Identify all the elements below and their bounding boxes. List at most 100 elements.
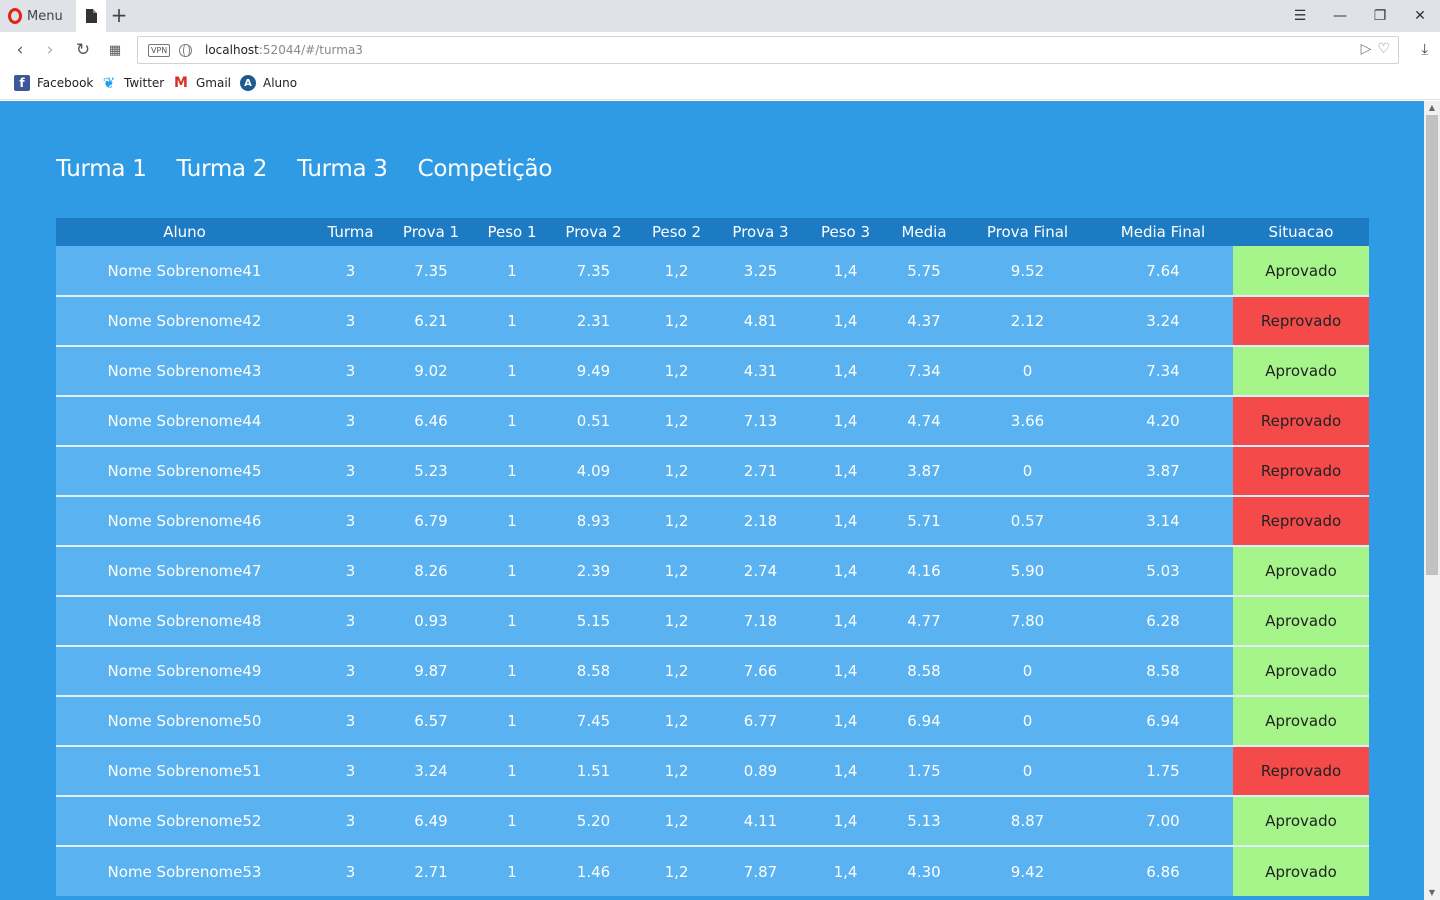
column-header: Peso 1: [474, 218, 550, 246]
scroll-up-icon[interactable]: ▲: [1424, 101, 1440, 115]
grade-cell: 4.30: [886, 845, 962, 896]
status-cell: Reprovado: [1233, 495, 1369, 546]
grade-cell: 8.58: [550, 645, 637, 696]
grade-cell: 3: [313, 246, 388, 296]
vertical-scrollbar[interactable]: ▲ ▼: [1424, 101, 1440, 900]
grade-cell: 4.09: [550, 445, 637, 496]
grade-cell: 0.93: [388, 595, 474, 646]
grade-cell: 1,2: [637, 495, 716, 546]
grade-cell: 3.24: [1093, 295, 1233, 346]
close-window-button[interactable]: ✕: [1400, 0, 1440, 32]
grade-cell: 7.34: [1093, 345, 1233, 396]
heart-icon[interactable]: ♡: [1377, 41, 1390, 57]
nav-link-competicao[interactable]: Competição: [418, 156, 553, 182]
status-cell: Reprovado: [1233, 745, 1369, 796]
new-tab-button[interactable]: +: [110, 4, 128, 26]
table-row: Nome Sobrenome45 3 5.23 1 4.09 1,2 2.71 1,4 3.87…: [56, 445, 1369, 496]
grade-cell: 2.12: [962, 295, 1093, 346]
table-row: Nome Sobrenome49 3 9.87 1 8.58 1,2 7.66 1,4 8.58…: [56, 645, 1369, 696]
grade-cell: 6.46: [388, 395, 474, 446]
grade-cell: 0: [962, 695, 1093, 746]
grade-cell: 4.16: [886, 545, 962, 596]
status-cell: Aprovado: [1233, 645, 1369, 696]
column-header: Prova 1: [388, 218, 474, 246]
grade-cell: 5.03: [1093, 545, 1233, 596]
grade-cell: 4.37: [886, 295, 962, 346]
grade-cell: 1: [474, 495, 550, 546]
student-name-cell: Nome Sobrenome42: [56, 295, 313, 346]
grade-cell: 3: [313, 845, 388, 896]
grade-cell: 4.31: [716, 345, 805, 396]
grade-cell: 1,2: [637, 795, 716, 846]
nav-link-turma-1[interactable]: Turma 1: [56, 156, 147, 182]
grade-cell: 3: [313, 745, 388, 796]
column-header: Peso 3: [805, 218, 886, 246]
table-row: Nome Sobrenome43 3 9.02 1 9.49 1,2 4.31 1,4 7.34…: [56, 345, 1369, 396]
student-name-cell: Nome Sobrenome47: [56, 545, 313, 596]
tab-menu-icon[interactable]: ☰: [1280, 0, 1320, 32]
grade-cell: 2.31: [550, 295, 637, 346]
speed-dial-icon[interactable]: ▦: [103, 38, 127, 62]
grade-cell: 9.42: [962, 845, 1093, 896]
nav-link-turma-2[interactable]: Turma 2: [177, 156, 268, 182]
grade-cell: 1,2: [637, 695, 716, 746]
column-header: Media: [886, 218, 962, 246]
grade-cell: 3.25: [716, 246, 805, 296]
status-cell: Aprovado: [1233, 795, 1369, 846]
bookmark-aluno[interactable]: A Aluno: [240, 75, 297, 91]
grade-cell: 4.77: [886, 595, 962, 646]
page-viewport: Turma 1 Turma 2 Turma 3 Competição Aluno…: [0, 101, 1424, 900]
grade-cell: 9.49: [550, 345, 637, 396]
grade-cell: 1.75: [1093, 745, 1233, 796]
grade-cell: 1: [474, 445, 550, 496]
restore-button[interactable]: ❐: [1360, 0, 1400, 32]
send-icon[interactable]: ▷: [1361, 41, 1372, 57]
grade-cell: 6.21: [388, 295, 474, 346]
grade-cell: 1,4: [805, 845, 886, 896]
table-row: Nome Sobrenome42 3 6.21 1 2.31 1,2 4.81 1,4 4.37…: [56, 295, 1369, 346]
scrollbar-thumb[interactable]: [1426, 115, 1438, 575]
grade-cell: 7.80: [962, 595, 1093, 646]
grade-cell: 1,4: [805, 595, 886, 646]
grade-cell: 1,2: [637, 345, 716, 396]
grade-cell: 0.57: [962, 495, 1093, 546]
forward-icon[interactable]: ›: [38, 38, 62, 62]
grade-cell: 2.74: [716, 545, 805, 596]
vpn-badge[interactable]: VPN: [148, 44, 171, 57]
grade-cell: 6.57: [388, 695, 474, 746]
grade-cell: 1,2: [637, 395, 716, 446]
grade-cell: 1,4: [805, 445, 886, 496]
student-name-cell: Nome Sobrenome52: [56, 795, 313, 846]
grade-cell: 7.00: [1093, 795, 1233, 846]
grade-cell: 4.11: [716, 795, 805, 846]
gmail-icon: M: [174, 75, 188, 91]
status-cell: Aprovado: [1233, 246, 1369, 296]
grade-cell: 3: [313, 345, 388, 396]
table-row: Nome Sobrenome51 3 3.24 1 1.51 1,2 0.89 1,4 1.75…: [56, 745, 1369, 796]
back-icon[interactable]: ‹: [8, 38, 32, 62]
minimize-button[interactable]: —: [1320, 0, 1360, 32]
bookmark-facebook[interactable]: f Facebook: [14, 75, 93, 91]
browser-tab[interactable]: [76, 0, 106, 32]
nav-link-turma-3[interactable]: Turma 3: [297, 156, 388, 182]
url-text[interactable]: localhost:52044/#/turma3: [205, 43, 363, 57]
grade-cell: 2.71: [716, 445, 805, 496]
bookmark-gmail[interactable]: M Gmail: [173, 75, 231, 91]
bookmark-twitter[interactable]: ❦ Twitter: [101, 74, 165, 92]
status-cell: Reprovado: [1233, 445, 1369, 496]
status-cell: Aprovado: [1233, 845, 1369, 896]
grade-cell: 3: [313, 795, 388, 846]
grade-cell: 1: [474, 395, 550, 446]
grade-cell: 1: [474, 595, 550, 646]
download-icon[interactable]: ⤓: [1421, 40, 1428, 58]
grade-cell: 1: [474, 845, 550, 896]
grade-cell: 1: [474, 545, 550, 596]
grade-cell: 7.87: [716, 845, 805, 896]
grade-cell: 6.77: [716, 695, 805, 746]
scroll-down-icon[interactable]: ▼: [1424, 886, 1440, 900]
reload-icon[interactable]: ↻: [71, 38, 95, 62]
address-bar[interactable]: VPN localhost:52044/#/turma3 ▷ ♡: [137, 36, 1399, 64]
grade-cell: 1,2: [637, 246, 716, 296]
grade-cell: 1.46: [550, 845, 637, 896]
opera-menu-button[interactable]: Menu: [8, 6, 63, 26]
